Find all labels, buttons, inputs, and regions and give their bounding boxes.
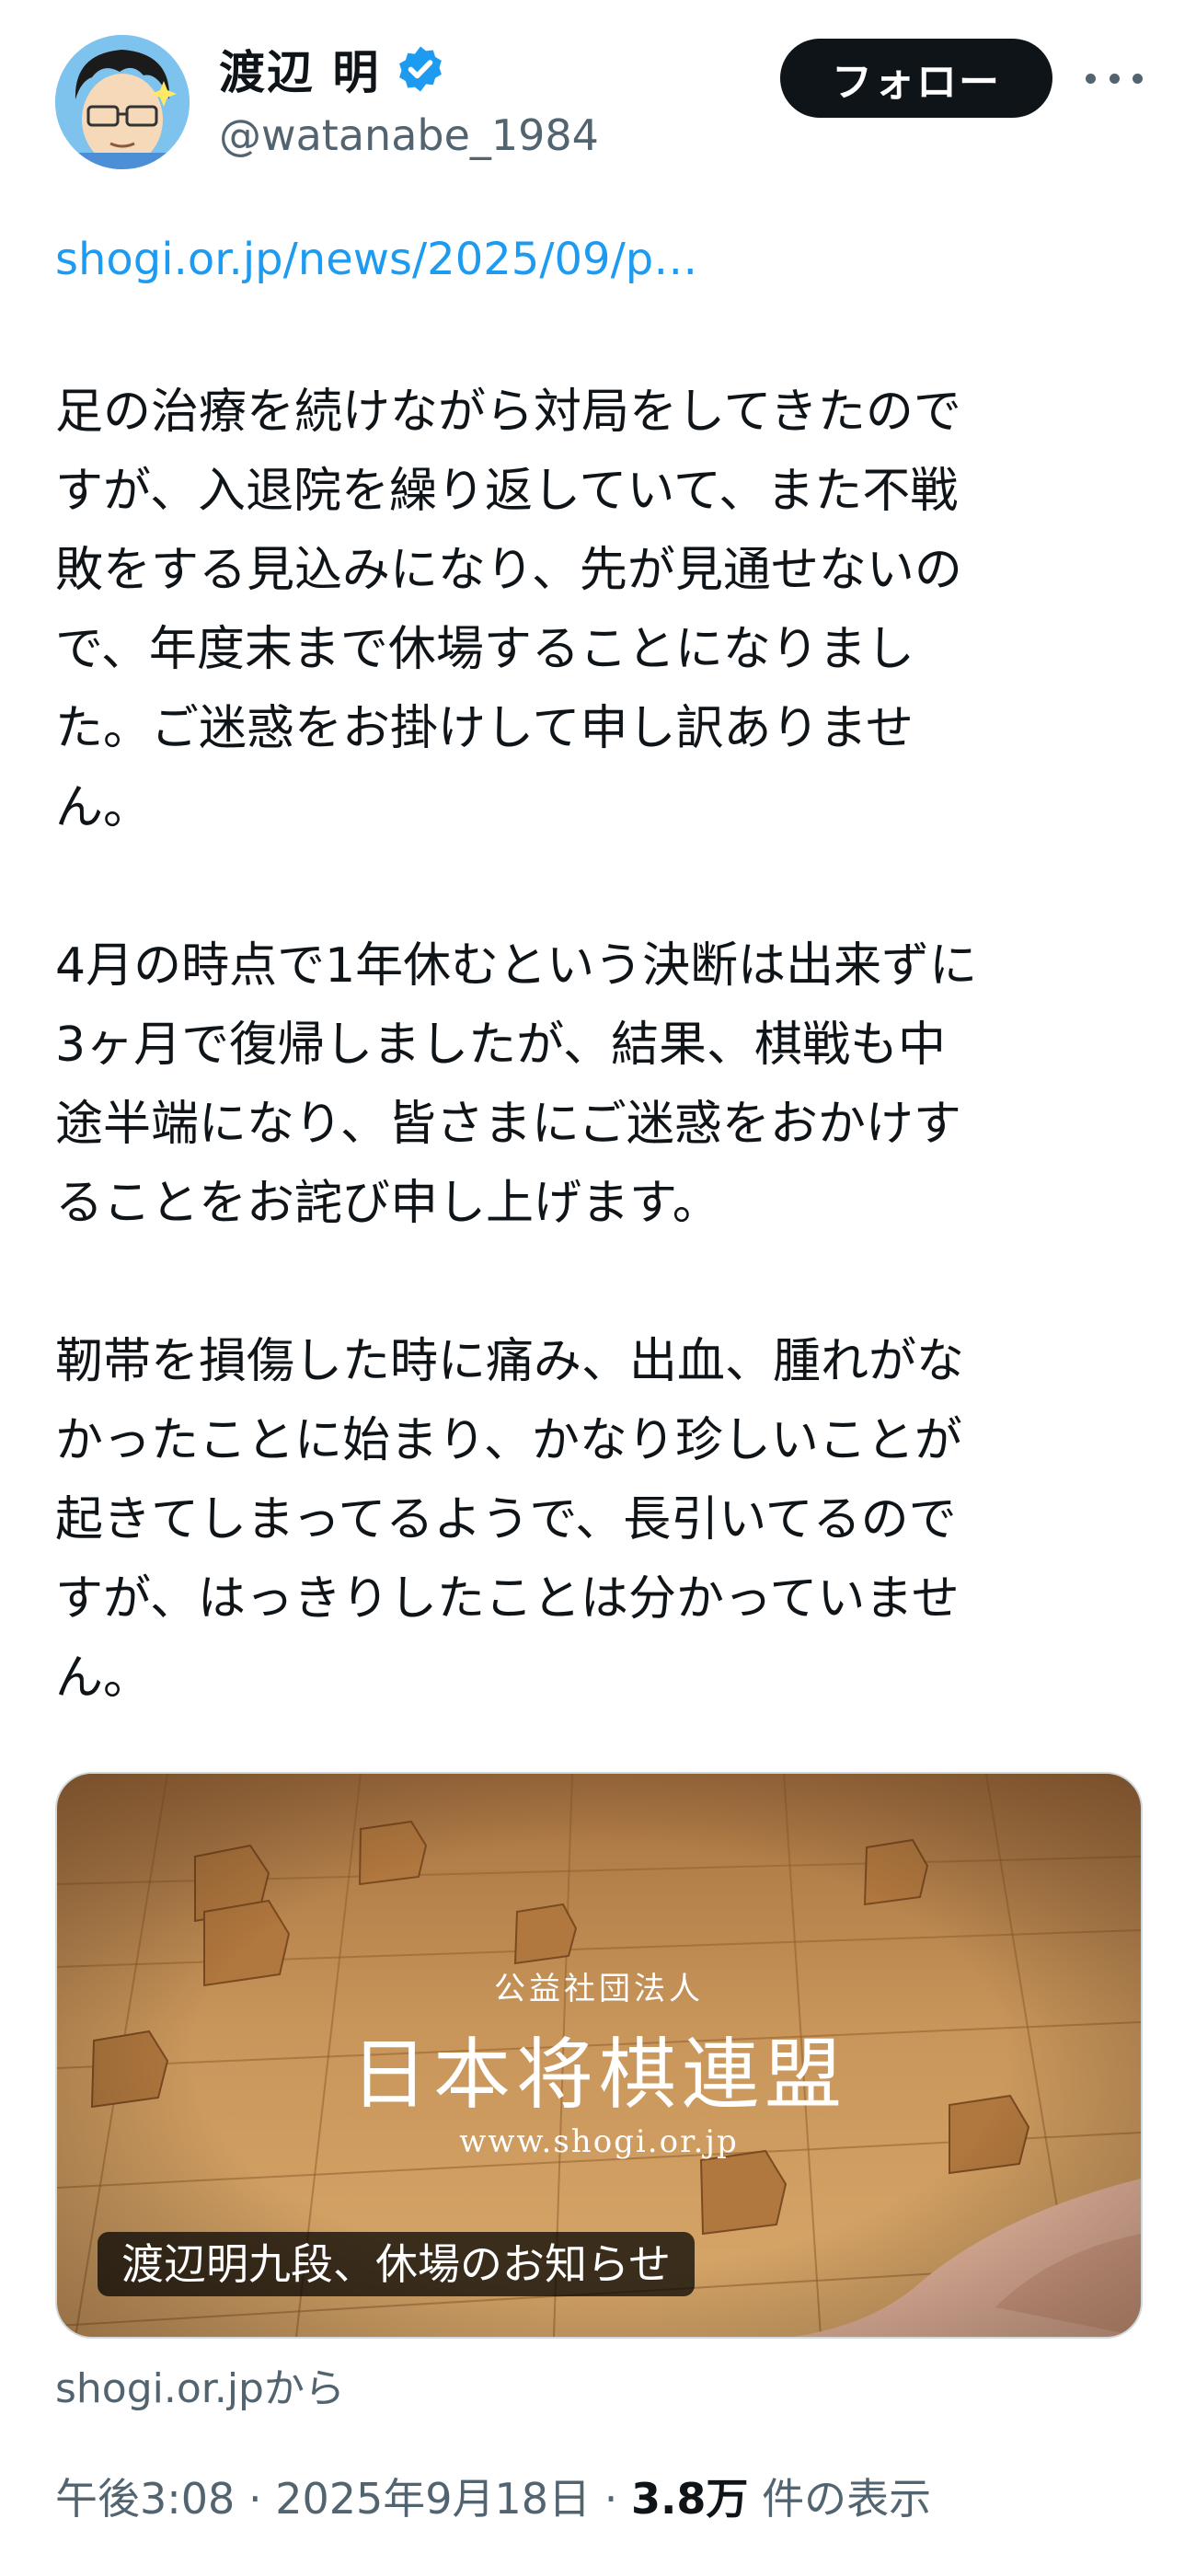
meta-separator: · <box>247 2474 262 2524</box>
author-display-name[interactable]: 渡辺 明 <box>219 36 380 102</box>
follow-button[interactable]: フォロー <box>780 39 1052 118</box>
tweet-text-line: た。ご迷惑をお掛けして申し訳ありませ <box>55 701 914 756</box>
tweet-text-line: 靭帯を損傷した時に痛み、出血、腫れがな <box>55 1334 965 1389</box>
more-dot <box>1109 73 1120 84</box>
author-name-row: 渡辺 明 <box>219 37 446 101</box>
card-image-title: 日本将棋連盟 <box>350 2030 847 2120</box>
more-dot <box>1133 73 1143 84</box>
tweet-text-line: ん。 <box>55 1650 152 1706</box>
avatar[interactable] <box>55 35 190 169</box>
tweet-text-line: ん。 <box>55 780 152 835</box>
tweet-date[interactable]: 2025年9月18日 <box>275 2474 591 2524</box>
verified-badge-icon <box>399 46 443 92</box>
tweet-time[interactable]: 午後3:08 <box>55 2474 235 2524</box>
avatar-illustration <box>55 35 190 169</box>
tweet-header: 渡辺 明 @watanabe_1984 フォロー <box>0 0 1196 184</box>
tweet-paragraph-gap <box>55 847 1159 926</box>
tweet-text-line: 4月の時点で1年休むという決断は出来ずに <box>55 938 978 994</box>
tweet-text-line: すが、はっきりしたことは分かっていませ <box>55 1571 960 1627</box>
author-handle[interactable]: @watanabe_1984 <box>219 110 599 160</box>
link-card[interactable]: 公益社団法人 日本将棋連盟 www.shogi.or.jp 渡辺明九段、休場のお… <box>55 1772 1143 2339</box>
tweet-text-line: 起きてしまってるようで、長引いてるので <box>55 1492 957 1547</box>
more-options-icon[interactable] <box>1086 57 1143 99</box>
tweet-text-line: すが、入退院を繰り返していて、また不戦 <box>55 464 959 519</box>
card-source[interactable]: shogi.or.jpから <box>55 2355 345 2414</box>
tweet-text-line: で、年度末まで休場することになりまし <box>55 622 914 677</box>
tweet-paragraph-gap <box>55 1243 1159 1322</box>
card-image-subtitle: 公益社団法人 <box>494 1971 704 2007</box>
views-label: 件の表示 <box>762 2474 932 2524</box>
card-image-url: www.shogi.or.jp <box>459 2123 739 2160</box>
tweet-text-line: 3ヶ月で復帰しましたが、結果、棋戦も中 <box>55 1018 947 1073</box>
tweet-meta: 午後3:08 · 2025年9月18日 · 3.8万 件の表示 <box>55 2466 931 2526</box>
tweet-text-line: ることをお詫び申し上げます。 <box>55 1176 720 1231</box>
more-dot <box>1086 73 1096 84</box>
tweet-text-line: かったことに始まり、かなり珍しいことが <box>55 1413 962 1468</box>
tweet-text: 足の治療を続けながら対局をしてきたので すが、入退院を繰り返していて、また不戦 敗を… <box>55 373 1159 1718</box>
card-title: 渡辺明九段、休場のお知らせ <box>98 2232 696 2296</box>
tweet-text-line: 敗をする見込みになり、先が見通せないの <box>55 543 962 598</box>
meta-separator: · <box>604 2474 618 2524</box>
tweet-text-line: 足の治療を続けながら対局をしてきたので <box>55 385 961 440</box>
tweet-link[interactable]: shogi.or.jp/news/2025/09/p… <box>55 234 697 285</box>
tweet-text-line: 途半端になり、皆さまにご迷惑をおかけす <box>55 1097 961 1152</box>
views-count: 3.8万 <box>630 2474 749 2524</box>
